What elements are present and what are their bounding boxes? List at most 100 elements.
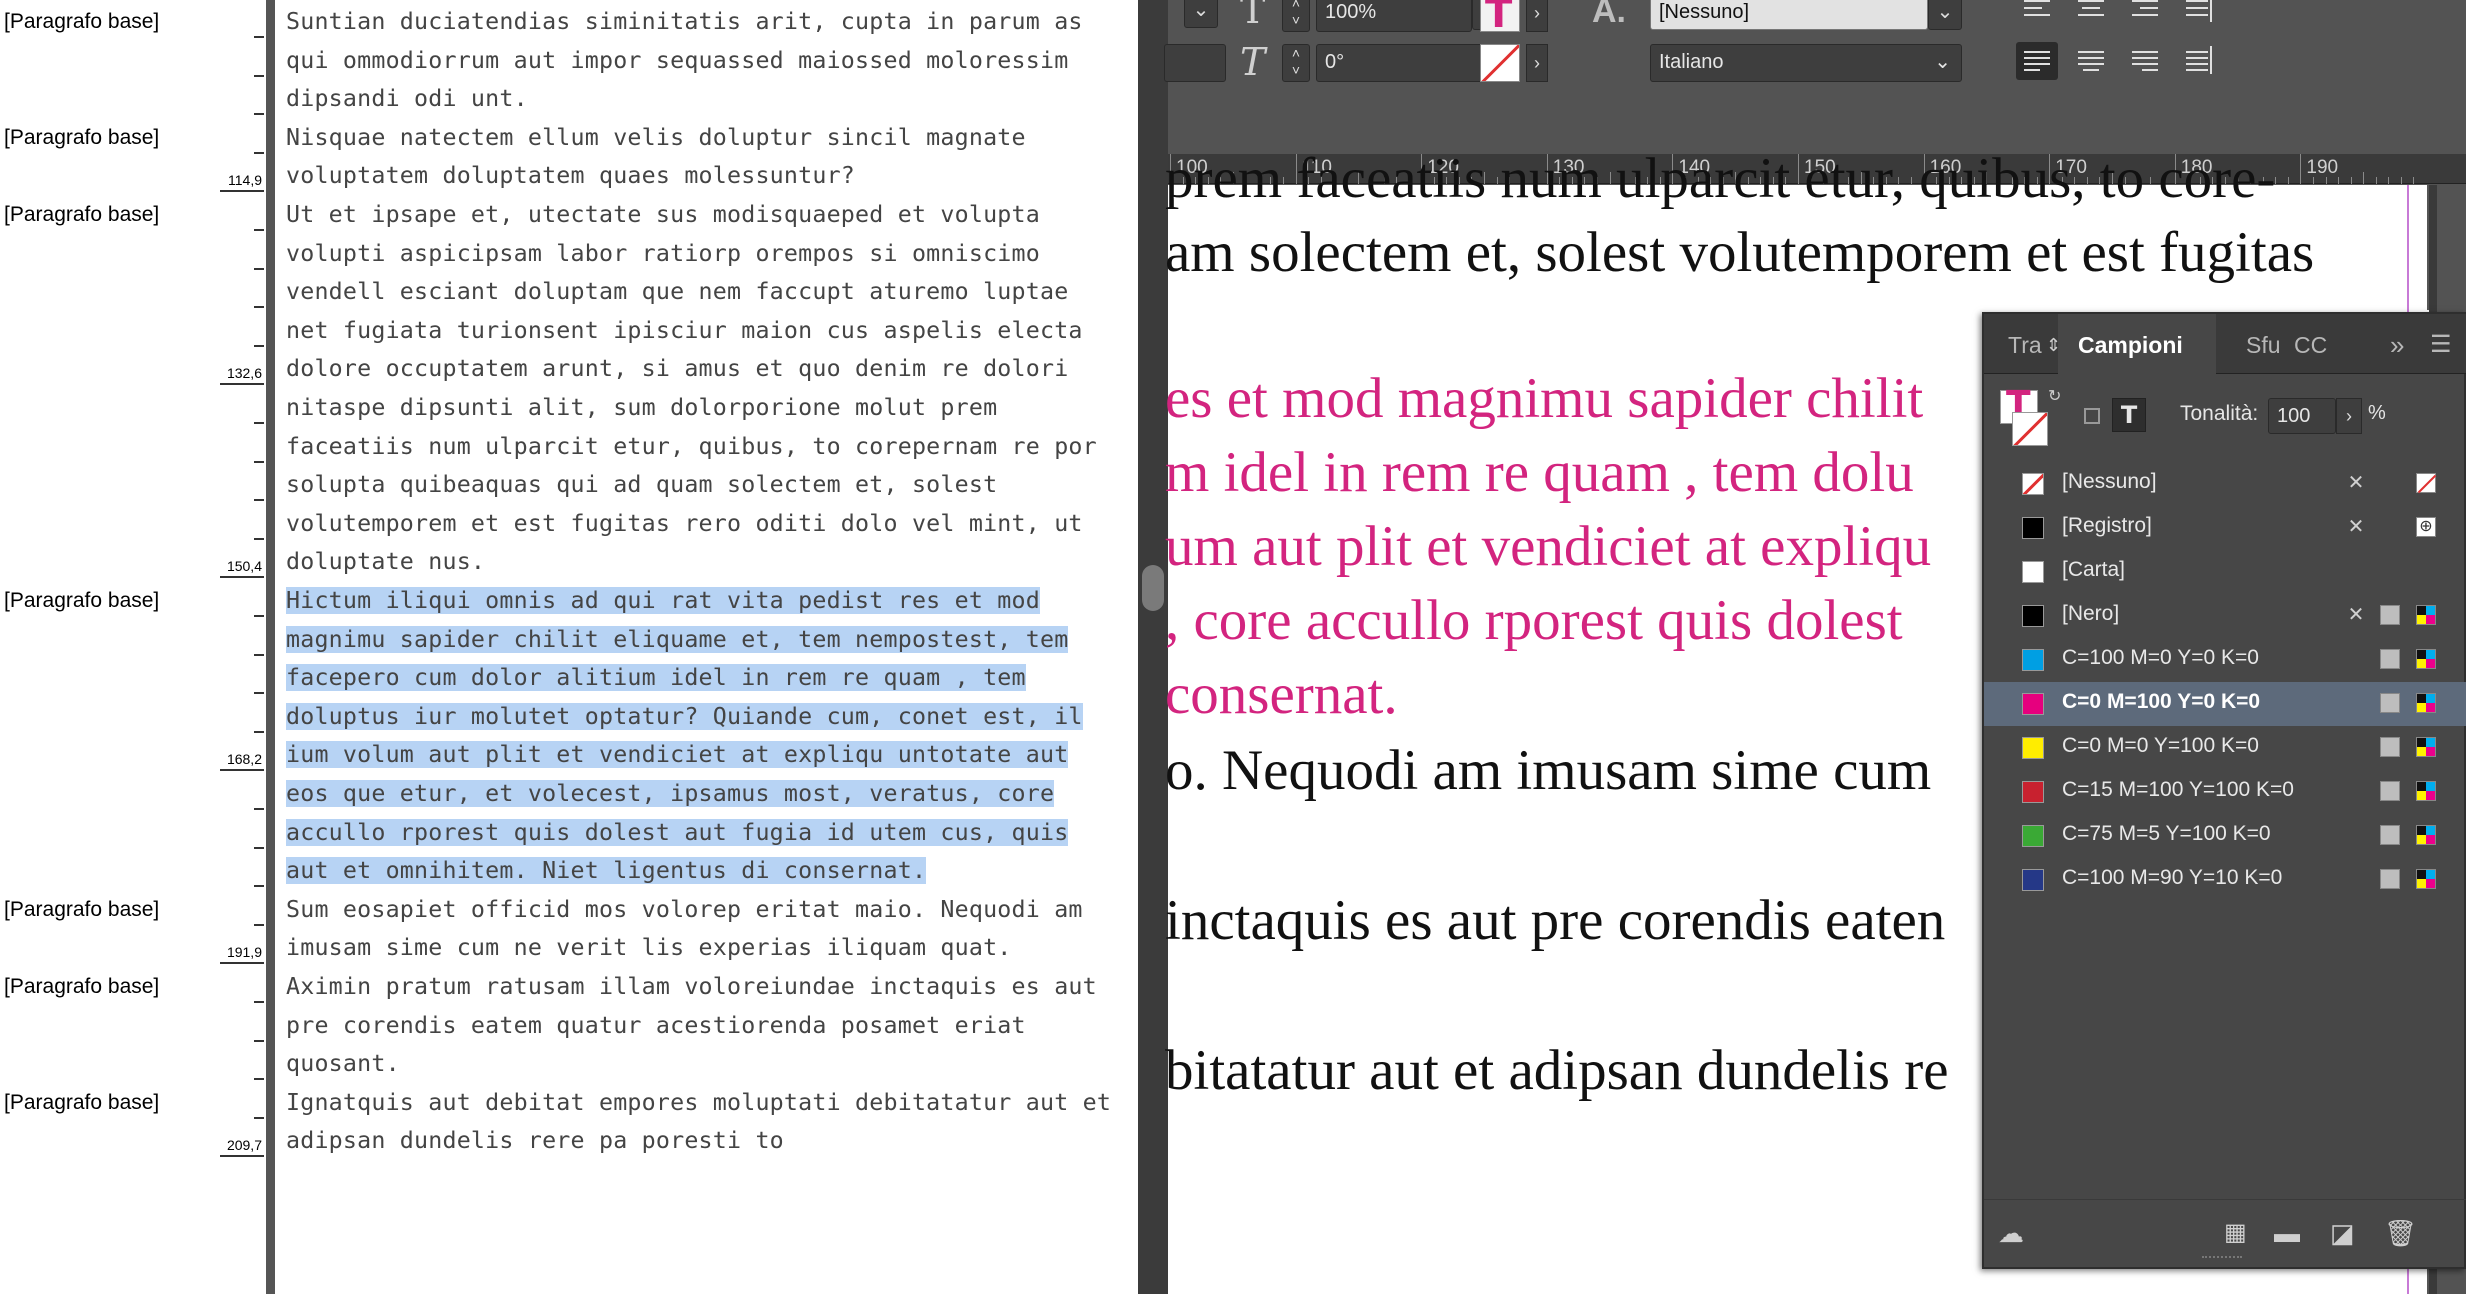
swatch-row[interactable]: [Carta]	[1984, 550, 2466, 594]
story-line[interactable]: aut et omnihitem. Niet ligentus di conse…	[286, 853, 927, 889]
panel-menu-icon[interactable]: ☰	[2430, 314, 2452, 374]
page-text-line[interactable]: m idel in rem re quam , tem dolu	[1165, 440, 1914, 506]
skew-field[interactable]: 0°	[1316, 44, 1506, 82]
character-style-field[interactable]: [Nessuno]	[1650, 0, 1928, 30]
partial-field[interactable]	[1164, 44, 1226, 82]
swatch-row[interactable]: C=0 M=100 Y=0 K=0	[1984, 682, 2466, 726]
fill-text-icon[interactable]: T	[1480, 0, 1520, 37]
dropdown-toggle-left[interactable]: ⌄	[1184, 0, 1218, 28]
paragraph-style-label[interactable]: [Paragrafo base]	[4, 126, 159, 150]
story-editor[interactable]: [Paragrafo base] [Paragrafo base] [Paragra…	[0, 0, 1138, 1294]
formatting-container-icon[interactable]	[2084, 408, 2100, 424]
tab-cc-libraries[interactable]: CC	[2294, 314, 2327, 374]
paragraph-style-label[interactable]: [Paragrafo base]	[4, 898, 159, 922]
stroke-none-icon[interactable]	[1480, 44, 1520, 82]
story-line[interactable]: net fugiata turionsent ipisciur maion cu…	[286, 313, 1083, 349]
swatch-row[interactable]: [Nero] ✕	[1984, 594, 2466, 638]
swatch-row[interactable]: C=75 M=5 Y=100 K=0	[1984, 814, 2466, 858]
swatch-row[interactable]: C=0 M=0 Y=100 K=0	[1984, 726, 2466, 770]
align-left-icon[interactable]	[2016, 0, 2058, 28]
story-line[interactable]: Sum eosapiet officid mos volorep eritat …	[286, 892, 1083, 928]
scale-field[interactable]: 100%	[1316, 0, 1472, 32]
story-line[interactable]: Ut et ipsape et, utectate sus modisquaep…	[286, 197, 1040, 233]
paragraph-style-label[interactable]: [Paragrafo base]	[4, 203, 159, 227]
paragraph-style-label[interactable]: [Paragrafo base]	[4, 589, 159, 613]
story-line[interactable]: imusam sime cum ne verit lis experias il…	[286, 930, 1012, 966]
story-line[interactable]: ium volum aut plit et vendiciet at expli…	[286, 737, 1069, 773]
swatch-row[interactable]: C=100 M=0 Y=0 K=0	[1984, 638, 2466, 682]
page-text-line[interactable]: prem faceatiis num ulparcit etur, quibus…	[1165, 146, 2275, 212]
stroke-options-arrow[interactable]: ›	[1526, 44, 1548, 82]
stroke-swatch-icon[interactable]	[2012, 412, 2048, 446]
swatch-row[interactable]: C=100 M=90 Y=10 K=0	[1984, 858, 2466, 902]
tab-gradient[interactable]: Sfu	[2246, 314, 2281, 374]
story-line[interactable]: Aximin pratum ratusam illam voloreiundae…	[286, 969, 1097, 1005]
page-text-line[interactable]: am solectem et, solest volutemporem et e…	[1165, 220, 2314, 286]
story-line[interactable]: volupti aspicipsam labor ratiorp orempos…	[286, 236, 1040, 272]
splitter-grip[interactable]	[1142, 565, 1164, 611]
story-line[interactable]: dipsandi odi unt.	[286, 81, 528, 117]
story-line[interactable]: voluptatem doluptatem quaes molessuntur?	[286, 158, 855, 194]
skew-stepper[interactable]: ˄ ˅	[1282, 44, 1310, 82]
story-line[interactable]: quosant.	[286, 1046, 400, 1082]
story-line[interactable]: doluptus iur molutet optatur? Quiande cu…	[286, 699, 1083, 735]
language-field[interactable]: Italiano ⌄	[1650, 44, 1962, 82]
page-text-line[interactable]: es et mod magnimu sapider chilit	[1165, 366, 1923, 432]
swatch-row[interactable]: [Registro] ✕ ⊕	[1984, 506, 2466, 550]
character-style-dropdown[interactable]: ⌄	[1928, 0, 1962, 30]
cc-libraries-cloud-icon[interactable]: ☁	[1998, 1218, 2024, 1249]
story-line[interactable]: qui ommodiorrum aut impor sequassed maio…	[286, 43, 1068, 79]
tint-field[interactable]: 100	[2268, 398, 2336, 434]
swatches-panel[interactable]: Tra ⇕ Campioni Sfu CC » ☰ T ↻ T Tonalità…	[1982, 312, 2466, 1269]
fill-options-arrow[interactable]: ›	[1526, 0, 1548, 32]
panel-splitter[interactable]	[1138, 0, 1168, 1294]
story-line[interactable]: Nisquae natectem ellum velis doluptur si…	[286, 120, 1026, 156]
align-towards-spine-icon[interactable]	[2178, 0, 2220, 28]
tab-tracking[interactable]: Tra	[2008, 314, 2042, 374]
page-text-line[interactable]: um aut plit et vendiciet at expliqu	[1165, 514, 1931, 580]
page-text-line[interactable]: o. Nequodi am imusam sime cum	[1165, 738, 1931, 804]
swatch-row[interactable]: C=15 M=100 Y=100 K=0	[1984, 770, 2466, 814]
align-right-icon[interactable]	[2124, 0, 2166, 28]
story-line[interactable]: Suntian duciatendias siminitatis arit, c…	[286, 4, 1083, 40]
align-center-icon[interactable]	[2070, 0, 2112, 28]
story-line[interactable]: dolore occuptatem arunt, si amus et quo …	[286, 351, 1068, 387]
story-line[interactable]: nitaspe dipsunti alit, sum dolorporione …	[286, 390, 997, 426]
story-line[interactable]: facepero cum dolor alitium idel in rem r…	[286, 660, 1026, 696]
story-line[interactable]: Hictum iliqui omnis ad qui rat vita pedi…	[286, 583, 1040, 619]
story-line[interactable]: pre corendis eatem quatur acestiorenda p…	[286, 1008, 1026, 1044]
panel-resize-grip[interactable]	[2202, 1256, 2242, 1266]
story-line[interactable]: volutemporem et est fugitas rero oditi d…	[286, 506, 1083, 542]
story-line[interactable]: eos que etur, et volecest, ipsamus most,…	[286, 776, 1055, 812]
new-group-folder-icon[interactable]: ▬	[2274, 1218, 2300, 1249]
tab-swatches[interactable]: Campioni	[2058, 314, 2216, 374]
story-line[interactable]: vendell esciant doluptam que nem faccupt…	[286, 274, 1068, 310]
paragraph-style-label[interactable]: [Paragrafo base]	[4, 10, 159, 34]
story-line[interactable]: adipsan dundelis rere pa poresti to	[286, 1123, 784, 1159]
show-swatch-kinds-icon[interactable]: ▦	[2224, 1218, 2247, 1247]
page-text-line[interactable]: inctaquis es aut pre corendis eaten	[1165, 888, 1945, 954]
justify-right-icon[interactable]	[2124, 42, 2166, 80]
collapse-panel-icon[interactable]: »	[2390, 314, 2404, 374]
story-line[interactable]: faceatiis num ulparcit etur, quibus, to …	[286, 429, 1097, 465]
paragraph-style-label[interactable]: [Paragrafo base]	[4, 975, 159, 999]
scale-stepper[interactable]: ˄ ˅	[1282, 0, 1310, 32]
delete-swatch-icon[interactable]: 🗑	[2384, 1218, 2417, 1249]
page-text-line[interactable]: , core accullo rporest quis dolest	[1165, 588, 1903, 654]
story-line[interactable]: Ignatquis aut debitat empores moluptati …	[286, 1085, 1111, 1121]
justify-left-icon[interactable]	[2016, 42, 2058, 80]
story-line[interactable]: doluptate nus.	[286, 544, 485, 580]
justify-all-icon[interactable]	[2178, 42, 2220, 80]
swap-icon[interactable]: ↻	[2048, 386, 2061, 406]
tint-slider-arrow[interactable]: ›	[2336, 398, 2362, 434]
story-line[interactable]: accullo rporest quis dolest aut fugia id…	[286, 815, 1069, 851]
paragraph-style-label[interactable]: [Paragrafo base]	[4, 1091, 159, 1115]
page-text-line[interactable]: consernat.	[1165, 662, 1398, 728]
story-line[interactable]: solupta quibeaquas qui ad quam solectem …	[286, 467, 997, 503]
new-swatch-icon[interactable]: ◪	[2330, 1218, 2355, 1249]
page-text-line[interactable]: bitatatur aut et adipsan dundelis re	[1165, 1038, 1949, 1104]
story-line[interactable]: magnimu sapider chilit eliquame et, tem …	[286, 622, 1069, 658]
swatch-row[interactable]: [Nessuno] ✕	[1984, 462, 2466, 506]
justify-center-icon[interactable]	[2070, 42, 2112, 80]
formatting-text-icon[interactable]: T	[2112, 398, 2146, 432]
